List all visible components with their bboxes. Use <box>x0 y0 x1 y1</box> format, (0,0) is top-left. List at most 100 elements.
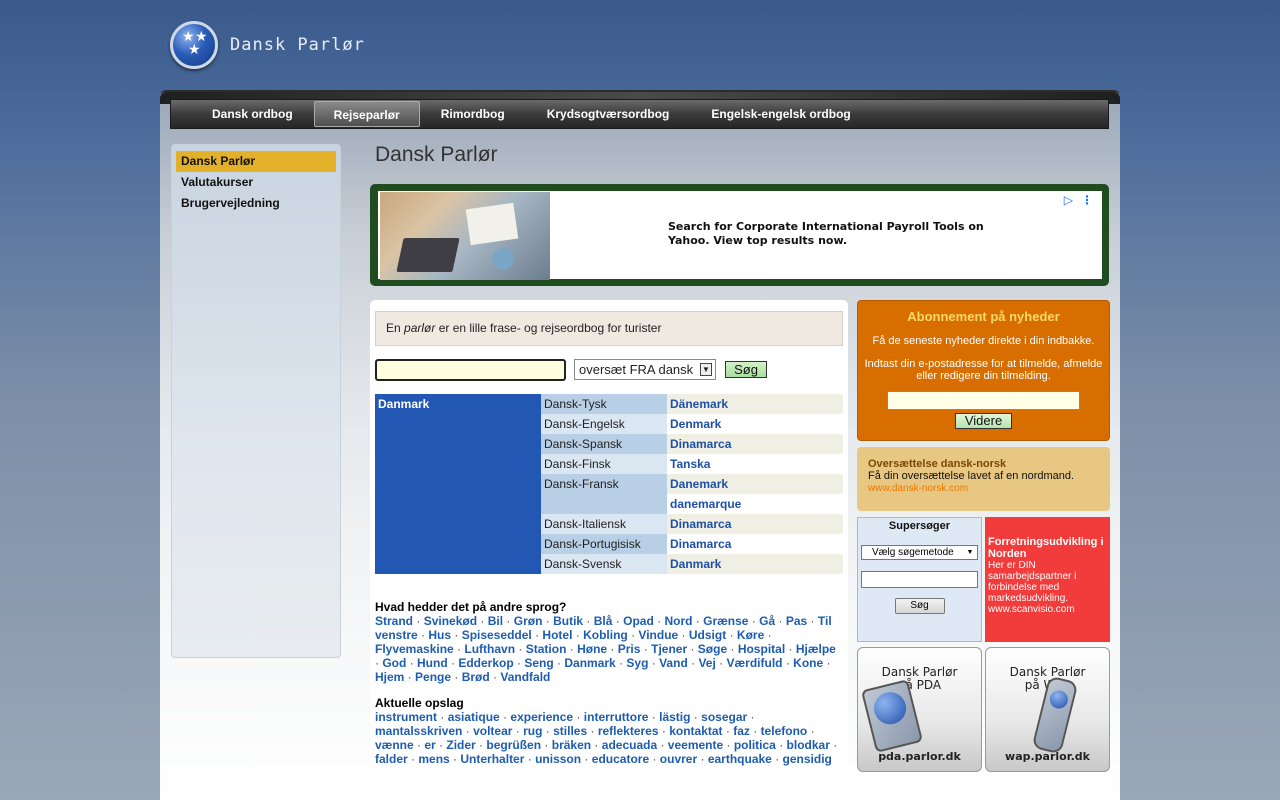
recent-lookup-link[interactable]: politica <box>734 738 776 752</box>
ad-choices-icon[interactable]: ▷ <box>1064 193 1073 207</box>
other-language-link[interactable]: Svinekød <box>424 614 477 628</box>
other-language-link[interactable]: Vand <box>659 656 688 670</box>
ad-choices[interactable]: ▷ ⋮ <box>1064 193 1093 207</box>
other-language-link[interactable]: Værdifuld <box>726 656 782 670</box>
recent-lookup-link[interactable]: blodkar <box>787 738 830 752</box>
other-language-link[interactable]: Syg <box>626 656 648 670</box>
ad-banner[interactable]: Search for Corporate International Payro… <box>370 184 1109 286</box>
recent-lookup-link[interactable]: begrüßen <box>486 738 541 752</box>
other-language-link[interactable]: Hus <box>428 628 451 642</box>
recent-lookup-link[interactable]: faz <box>733 724 750 738</box>
recent-lookup-link[interactable]: educatore <box>592 752 649 766</box>
tab-rimordbog[interactable]: Rimordbog <box>420 101 526 127</box>
other-language-link[interactable]: Opad <box>623 614 654 628</box>
recent-lookup-link[interactable]: gensidig <box>783 752 832 766</box>
other-language-link[interactable]: Køre <box>737 628 764 642</box>
other-language-link[interactable]: Blå <box>594 614 613 628</box>
other-language-link[interactable]: Kobling <box>583 628 628 642</box>
sidebar-item-brugervejledning[interactable]: Brugervejledning <box>176 193 336 214</box>
other-language-link[interactable]: Pas <box>786 614 807 628</box>
other-language-link[interactable]: Danmark <box>564 656 615 670</box>
recent-lookup-link[interactable]: voltear <box>473 724 512 738</box>
dictionary-translation-link[interactable]: Danmark <box>667 554 843 574</box>
other-language-link[interactable]: Nord <box>664 614 692 628</box>
other-language-link[interactable]: Kone <box>793 656 823 670</box>
supersoger-input[interactable] <box>861 571 978 588</box>
other-language-link[interactable]: God <box>382 656 406 670</box>
other-language-link[interactable]: Grænse <box>703 614 748 628</box>
recent-lookup-link[interactable]: stilles <box>553 724 587 738</box>
other-language-link[interactable]: Brød <box>462 670 490 684</box>
ad-image[interactable] <box>380 192 550 280</box>
dictionary-translation-link[interactable]: Dinamarca <box>667 514 843 534</box>
recent-lookup-link[interactable]: telefono <box>761 724 808 738</box>
tab-krydsogtvaersordbog[interactable]: Krydsogtværsordbog <box>526 101 691 127</box>
other-language-link[interactable]: Hospital <box>738 642 785 656</box>
search-button[interactable]: Søg <box>725 361 767 378</box>
tab-dansk-ordbog[interactable]: Dansk ordbog <box>191 101 314 127</box>
ad-inner[interactable]: Search for Corporate International Payro… <box>376 190 1103 280</box>
other-language-link[interactable]: Penge <box>415 670 451 684</box>
other-language-link[interactable]: Høne <box>577 642 607 656</box>
dictionary-translation-link[interactable]: Denmark <box>667 414 843 434</box>
dansk-norsk-link[interactable]: www.dansk-norsk.com <box>868 483 968 494</box>
recent-lookup-link[interactable]: er <box>424 738 435 752</box>
dictionary-translation-link[interactable]: Danemark <box>667 474 843 494</box>
other-language-link[interactable]: Bil <box>488 614 503 628</box>
other-language-link[interactable]: Vej <box>698 656 715 670</box>
other-language-link[interactable]: Vandfald <box>500 670 550 684</box>
ad-text[interactable]: Search for Corporate International Payro… <box>668 220 1018 248</box>
other-language-link[interactable]: Pris <box>618 642 641 656</box>
recent-lookup-link[interactable]: rug <box>523 724 542 738</box>
other-language-link[interactable]: Edderkop <box>458 656 513 670</box>
dictionary-translation-link[interactable]: Dinamarca <box>667 534 843 554</box>
ad-menu-icon[interactable]: ⋮ <box>1081 193 1093 207</box>
dictionary-translation-link[interactable]: Tanska <box>667 454 843 474</box>
dictionary-translation-link[interactable]: Dinamarca <box>667 434 843 454</box>
scanvisio-ad[interactable]: Forretningsudvikling i Norden Her er DIN… <box>985 517 1110 642</box>
recent-lookup-link[interactable]: veemente <box>668 738 723 752</box>
other-language-link[interactable]: Gå <box>759 614 775 628</box>
recent-lookup-link[interactable]: vænne <box>375 738 414 752</box>
search-method-select[interactable]: Vælg søgemetode ▼ <box>861 545 978 560</box>
other-language-link[interactable]: Tjener <box>651 642 687 656</box>
other-language-link[interactable]: Spiseseddel <box>462 628 532 642</box>
recent-lookup-link[interactable]: adecuada <box>602 738 657 752</box>
dansk-norsk-ad[interactable]: Oversættelse dansk-norsk Få din oversætt… <box>857 447 1110 511</box>
other-language-link[interactable]: Station <box>526 642 567 656</box>
newsletter-submit-button[interactable]: Videre <box>955 413 1012 429</box>
search-input[interactable] <box>375 359 566 381</box>
supersoger-button[interactable]: Søg <box>894 598 945 614</box>
tab-rejseparlor[interactable]: Rejseparlør <box>313 101 420 127</box>
tab-engelsk-engelsk-ordbog[interactable]: Engelsk-engelsk ordbog <box>690 101 871 127</box>
recent-lookup-link[interactable]: kontaktat <box>669 724 722 738</box>
site-logo[interactable]: ★ ★ ★ Dansk Parlør <box>170 18 365 72</box>
scanvisio-link[interactable]: www.scanvisio.com <box>988 604 1075 615</box>
recent-lookup-link[interactable]: instrument <box>375 710 437 724</box>
recent-lookup-link[interactable]: mantalsskriven <box>375 724 462 738</box>
recent-lookup-link[interactable]: unisson <box>535 752 581 766</box>
sidebar-item-valutakurser[interactable]: Valutakurser <box>176 172 336 193</box>
recent-lookup-link[interactable]: falder <box>375 752 408 766</box>
wap-promo[interactable]: Dansk Parlørpå WAP wap.parlor.dk <box>985 647 1110 772</box>
other-language-link[interactable]: Strand <box>375 614 413 628</box>
other-language-link[interactable]: Seng <box>524 656 553 670</box>
recent-lookup-link[interactable]: sosegar <box>701 710 747 724</box>
recent-lookup-link[interactable]: earthquake <box>708 752 772 766</box>
other-language-link[interactable]: Hjem <box>375 670 404 684</box>
recent-lookup-link[interactable]: mens <box>418 752 449 766</box>
other-language-link[interactable]: Flyvemaskine <box>375 642 454 656</box>
recent-lookup-link[interactable]: Unterhalter <box>460 752 524 766</box>
recent-lookup-link[interactable]: bräken <box>552 738 591 752</box>
dictionary-translation-link[interactable]: danemarque <box>667 494 843 514</box>
other-language-link[interactable]: Hund <box>417 656 448 670</box>
recent-lookup-link[interactable]: Zider <box>446 738 475 752</box>
other-language-link[interactable]: Hjælpe <box>796 642 836 656</box>
other-language-link[interactable]: Udsigt <box>689 628 726 642</box>
recent-lookup-link[interactable]: lästig <box>659 710 690 724</box>
translation-direction-select[interactable]: oversæt FRA dansk ▼ <box>574 359 716 380</box>
recent-lookup-link[interactable]: experience <box>510 710 573 724</box>
recent-lookup-link[interactable]: ouvrer <box>660 752 697 766</box>
recent-lookup-link[interactable]: reflekteres <box>598 724 659 738</box>
other-language-link[interactable]: Lufthavn <box>464 642 515 656</box>
